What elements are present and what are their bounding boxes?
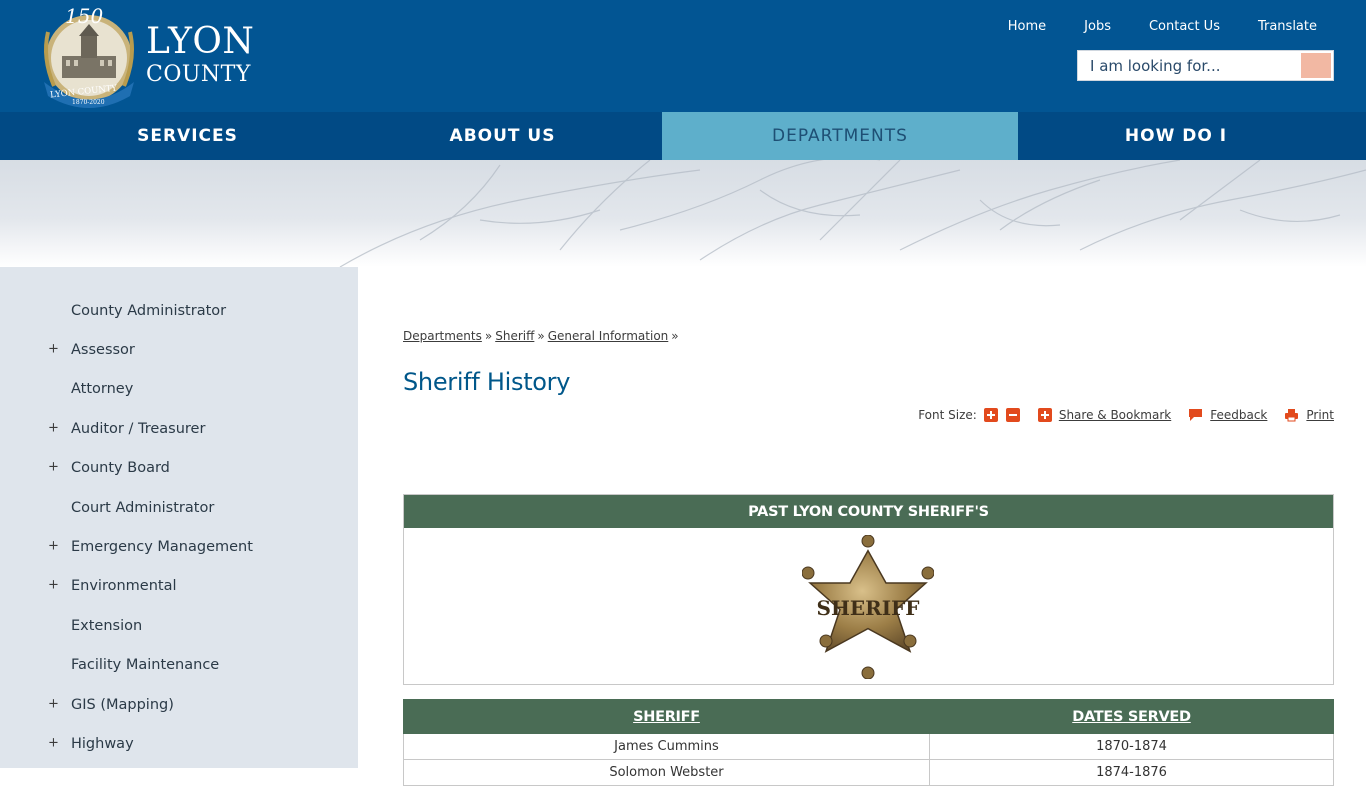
expand-plus-icon[interactable]: +: [48, 341, 59, 356]
share-bookmark-label[interactable]: Share & Bookmark: [1059, 408, 1171, 422]
sheriffs-header-table: PAST LYON COUNTY SHERIFF'S SHERIFF: [403, 494, 1334, 685]
sidebar-item-label[interactable]: GIS (Mapping): [71, 697, 174, 713]
logo-wordmark: LYON COUNTY: [146, 24, 254, 86]
search-input[interactable]: [1078, 51, 1302, 80]
sidebar-item-label[interactable]: Extension: [71, 618, 142, 634]
breadcrumb-sheriff[interactable]: Sheriff: [495, 329, 534, 343]
util-link-contact[interactable]: Contact Us: [1130, 18, 1239, 36]
nav-departments[interactable]: DEPARTMENTS: [662, 112, 1018, 160]
header-banner-image: [0, 160, 1366, 267]
table-row: James Cummins 1870-1874: [403, 733, 1334, 760]
font-size-decrease-icon[interactable]: [1005, 408, 1020, 422]
sidebar-item-highway[interactable]: + Highway: [0, 724, 358, 763]
feedback-speech-bubble-icon: [1189, 409, 1203, 421]
util-link-jobs[interactable]: Jobs: [1065, 18, 1130, 36]
sidebar-item-auditor-treasurer[interactable]: + Auditor / Treasurer: [0, 409, 358, 448]
sidebar-item-label[interactable]: Attorney: [71, 381, 133, 397]
print-link[interactable]: Print: [1284, 408, 1334, 422]
share-plus-icon: [1037, 408, 1052, 422]
feedback-label[interactable]: Feedback: [1210, 408, 1267, 422]
sidebar-item-extension[interactable]: Extension: [0, 606, 358, 645]
cell-dates-served: 1870-1874: [929, 733, 1334, 760]
search-button[interactable]: [1301, 53, 1331, 78]
utility-nav: Home Jobs Contact Us Translate: [989, 18, 1336, 36]
sidebar-menu: County Administrator + Assessor Attorney…: [0, 267, 358, 764]
print-label[interactable]: Print: [1306, 408, 1334, 422]
site-logo[interactable]: 150 LYON COUNTY 1870-2020 LYON COUNTY: [30, 2, 260, 112]
breadcrumb-separator: »: [671, 329, 679, 343]
expand-plus-icon[interactable]: +: [48, 460, 59, 475]
sidebar-item-emergency-management[interactable]: + Emergency Management: [0, 527, 358, 566]
nav-services[interactable]: SERVICES: [0, 112, 375, 160]
breadcrumb-departments[interactable]: Departments: [403, 329, 482, 343]
sidebar-item-environmental[interactable]: + Environmental: [0, 567, 358, 606]
sheriff-star-badge-icon: SHERIFF: [802, 535, 934, 679]
printer-icon: [1285, 409, 1299, 422]
seal-150-text: 150: [65, 4, 104, 28]
expand-plus-icon[interactable]: +: [48, 538, 59, 553]
expand-plus-icon[interactable]: +: [48, 735, 59, 750]
feedback-link[interactable]: Feedback: [1188, 408, 1267, 422]
sheriffs-table-heading: PAST LYON COUNTY SHERIFF'S: [404, 495, 1333, 528]
column-header-sheriff[interactable]: SHERIFF: [403, 699, 930, 734]
sidebar-item-label[interactable]: Emergency Management: [71, 539, 253, 555]
cell-sheriff-name: James Cummins: [403, 733, 930, 760]
table-row: Solomon Webster 1874-1876: [403, 759, 1334, 786]
page-title: Sheriff History: [403, 368, 571, 396]
sidebar-item-label[interactable]: Assessor: [71, 342, 135, 358]
sidebar-item-label[interactable]: Facility Maintenance: [71, 657, 219, 673]
main-nav: SERVICES ABOUT US DEPARTMENTS HOW DO I: [0, 112, 1366, 160]
main-content: Departments» Sheriff» General Information»…: [403, 267, 1334, 786]
sidebar-item-attorney[interactable]: Attorney: [0, 370, 358, 409]
sidebar-item-label[interactable]: Court Administrator: [71, 500, 214, 516]
sidebar-item-gis-mapping[interactable]: + GIS (Mapping): [0, 685, 358, 724]
page-tools: Font Size: Share & Bookmark Feedback Pri…: [918, 408, 1334, 422]
breadcrumb-general-information[interactable]: General Information: [548, 329, 669, 343]
sidebar-item-county-board[interactable]: + County Board: [0, 449, 358, 488]
logo-line2: COUNTY: [146, 62, 251, 87]
sidebar: County Administrator + Assessor Attorney…: [0, 267, 358, 768]
sidebar-item-label[interactable]: County Administrator: [71, 303, 226, 319]
cell-sheriff-name: Solomon Webster: [403, 759, 930, 786]
sheriff-history-table: SHERIFF DATES SERVED James Cummins 1870-…: [403, 699, 1334, 786]
nav-how-do-i[interactable]: HOW DO I: [1018, 112, 1334, 160]
nav-about-us[interactable]: ABOUT US: [375, 112, 630, 160]
seal-years-text: 1870-2020: [72, 99, 105, 106]
share-bookmark-link[interactable]: Share & Bookmark: [1037, 408, 1171, 422]
tree-branches-decoration: [339, 160, 1366, 267]
expand-plus-icon[interactable]: +: [48, 696, 59, 711]
sidebar-item-label[interactable]: County Board: [71, 460, 170, 476]
sidebar-item-label[interactable]: Auditor / Treasurer: [71, 421, 205, 437]
font-size-increase-icon[interactable]: [983, 408, 998, 422]
sidebar-item-label[interactable]: Environmental: [71, 578, 177, 594]
sidebar-item-label[interactable]: Highway: [71, 736, 134, 752]
util-link-home[interactable]: Home: [989, 18, 1065, 36]
expand-plus-icon[interactable]: +: [48, 578, 59, 593]
logo-line1: LYON: [146, 21, 255, 62]
breadcrumb: Departments» Sheriff» General Information»: [403, 329, 682, 343]
sidebar-item-facility-maintenance[interactable]: Facility Maintenance: [0, 646, 358, 685]
sidebar-item-court-administrator[interactable]: Court Administrator: [0, 488, 358, 527]
badge-text: SHERIFF: [817, 596, 920, 620]
site-header: 150 LYON COUNTY 1870-2020 LYON COUNTY Ho…: [0, 0, 1366, 112]
cell-dates-served: 1874-1876: [929, 759, 1334, 786]
breadcrumb-separator: »: [484, 329, 493, 343]
breadcrumb-separator: »: [537, 329, 545, 343]
expand-plus-icon[interactable]: +: [48, 420, 59, 435]
sidebar-item-county-administrator[interactable]: County Administrator: [0, 291, 358, 330]
util-link-translate[interactable]: Translate: [1239, 18, 1336, 36]
column-header-dates-served[interactable]: DATES SERVED: [929, 699, 1334, 734]
sidebar-item-assessor[interactable]: + Assessor: [0, 330, 358, 369]
table-header-row: SHERIFF DATES SERVED: [403, 699, 1334, 734]
search-box: [1077, 50, 1334, 81]
font-size-label: Font Size:: [918, 408, 977, 422]
